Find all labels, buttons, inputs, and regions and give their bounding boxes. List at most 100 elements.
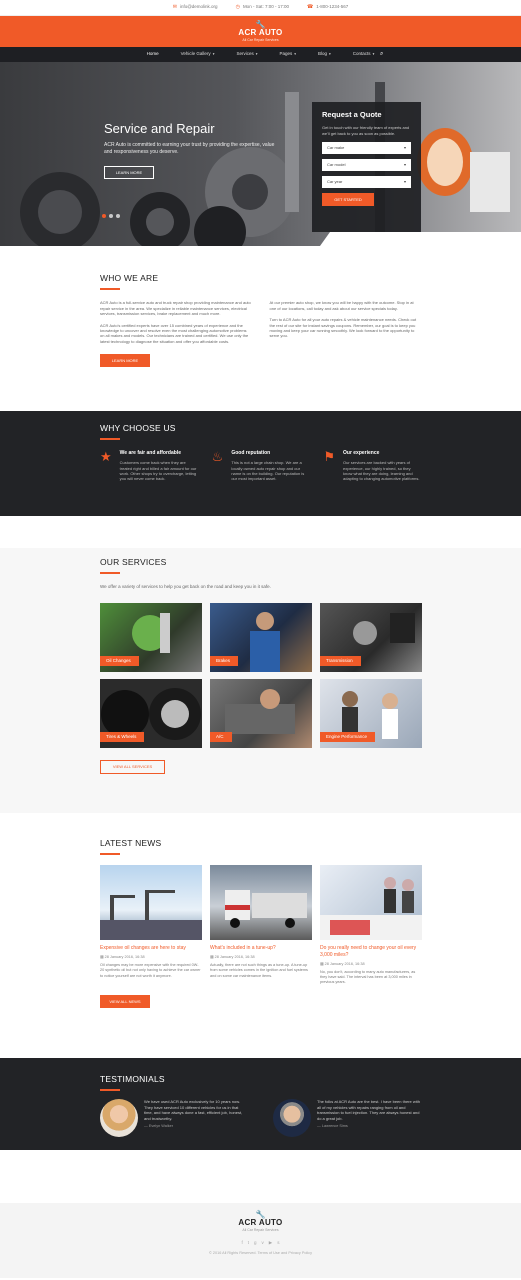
- section-title: LATEST NEWS: [100, 838, 162, 848]
- quote-title: Request a Quote: [322, 110, 382, 119]
- who-paragraph: ACR Auto is a full-service auto and truc…: [100, 300, 251, 317]
- testimonial-text: The folks at ACR Auto are the best. I ha…: [317, 1099, 420, 1121]
- testimonial: The folks at ACR Auto are the best. I ha…: [273, 1099, 421, 1138]
- testimonial: We have used ACR Auto exclusively for 10…: [100, 1099, 248, 1138]
- why-item-text: This is not a large chain shop. We are a…: [231, 460, 305, 482]
- news-title-link[interactable]: Expensive oil changes are here to stay: [100, 945, 202, 952]
- news-card: What's included in a tune-up? ▦ 28 Janua…: [210, 865, 312, 985]
- facebook-icon[interactable]: f: [241, 1240, 242, 1246]
- service-card-oil-changes[interactable]: Oil Changes: [100, 602, 202, 672]
- phone-text[interactable]: 1-800-1234-567: [316, 4, 348, 10]
- nav-blog[interactable]: Blog ▾: [315, 47, 334, 61]
- news-date-text: 28 January 2016, 16:38: [214, 955, 255, 960]
- slider-dot[interactable]: [102, 214, 106, 218]
- port-cranes-image: [100, 890, 202, 941]
- brand-name[interactable]: ACR AUTO: [238, 1218, 282, 1228]
- service-card-engine-performance[interactable]: Engine Performance: [320, 678, 422, 748]
- news-image-port[interactable]: [100, 865, 202, 941]
- email-info[interactable]: ✉ info@demolink.org: [173, 4, 218, 11]
- brand-name[interactable]: ACR AUTO: [238, 28, 282, 38]
- chevron-down-icon: ▾: [329, 52, 331, 57]
- nav-vehicle-gallery[interactable]: Vehicle Gallery ▾: [178, 47, 218, 61]
- section-title: OUR SERVICES: [100, 557, 167, 567]
- slider-dot[interactable]: [109, 214, 113, 218]
- title-underline: [100, 438, 120, 441]
- who-column-right: At our premier auto shop, we know you wi…: [270, 300, 422, 350]
- service-card-brakes[interactable]: Brakes: [210, 602, 312, 672]
- main-nav: Home Vehicle Gallery ▾ Services ▾ Pages ▾ B…: [0, 47, 521, 63]
- chevron-down-icon: ▾: [403, 145, 406, 151]
- view-all-news-button[interactable]: VIEW ALL NEWS: [100, 995, 150, 1009]
- section-title: WHY CHOOSE US: [100, 423, 176, 433]
- news-title-link[interactable]: Do you really need to change your oil ev…: [320, 945, 422, 959]
- why-item-title: Our experience: [343, 450, 380, 457]
- news-date: ▦ 28 January 2016, 16:38: [100, 955, 202, 960]
- service-label: Engine Performance: [320, 731, 376, 742]
- skype-icon[interactable]: s: [277, 1240, 279, 1246]
- chevron-down-icon: ▾: [372, 52, 375, 57]
- who-learn-more-button[interactable]: LEARN MORE: [100, 354, 150, 368]
- google-plus-icon[interactable]: g: [254, 1240, 257, 1246]
- chevron-down-icon: ▾: [255, 52, 258, 57]
- who-paragraph: ACR Auto's certified experts have over 1…: [100, 322, 249, 344]
- email-text[interactable]: info@demolink.org: [180, 4, 218, 10]
- brand-tagline: All Car Repair Services: [242, 1227, 279, 1232]
- hours-text: Mon - Sat: 7:00 - 17:00: [242, 4, 289, 10]
- section-title: TESTIMONIALS: [100, 1074, 165, 1084]
- nav-pages[interactable]: Pages ▾: [276, 47, 299, 61]
- who-paragraph: At our premier auto shop, we know you wi…: [269, 300, 414, 311]
- news-card: Do you really need to change your oil ev…: [320, 865, 422, 985]
- clock-icon: ◷: [235, 4, 240, 11]
- why-item-text: Customers come back when they are treate…: [119, 460, 197, 482]
- site-footer: 🔧 ACR AUTO All Car Repair Services f t g…: [0, 1203, 521, 1278]
- youtube-icon[interactable]: ▶: [269, 1240, 272, 1246]
- nav-label: Vehicle Gallery: [180, 51, 211, 57]
- nav-contacts[interactable]: Contacts ▾: [350, 47, 378, 61]
- flag-icon: ⚑: [323, 449, 335, 465]
- section-gap: [0, 516, 521, 548]
- select-value: Car make: [327, 145, 345, 151]
- view-all-services-button[interactable]: VIEW ALL SERVICES: [100, 759, 165, 774]
- car-year-select[interactable]: Car year ▾: [322, 175, 411, 188]
- service-label: Tires & Wheels: [100, 731, 145, 742]
- news-date: ▦ 28 January 2016, 16:38: [320, 962, 422, 967]
- why-items: ★ We are fair and affordable Customers co…: [100, 450, 421, 481]
- service-card-tires-wheels[interactable]: Tires & Wheels: [100, 678, 202, 748]
- service-card-ac[interactable]: A/C: [210, 678, 312, 748]
- news-excerpt: Oil changes may be more expensive with t…: [100, 963, 201, 978]
- service-label: Transmission: [320, 655, 361, 666]
- news-title-link[interactable]: What's included in a tune-up?: [210, 945, 312, 952]
- section-gap: [0, 1150, 521, 1203]
- why-choose-us-section: WHY CHOOSE US ★ We are fair and affordab…: [0, 411, 521, 516]
- why-item-title: We are fair and affordable: [119, 450, 181, 457]
- chevron-down-icon: ▾: [212, 52, 215, 57]
- car-make-select[interactable]: Car make ▾: [322, 141, 411, 154]
- nav-label: Blog: [318, 51, 328, 57]
- select-value: Car model: [327, 162, 346, 168]
- avatar: [100, 1099, 138, 1138]
- nav-home[interactable]: Home: [143, 47, 162, 63]
- testimonials-section: TESTIMONIALS We have used ACR Auto exclu…: [0, 1058, 521, 1150]
- why-item-title: Good reputation: [231, 450, 271, 457]
- phone-info[interactable]: ☎ 1-800-1234-567: [307, 4, 348, 11]
- news-image-truck[interactable]: [210, 865, 312, 941]
- chevron-down-icon: ▾: [403, 179, 406, 185]
- slider-dot[interactable]: [116, 214, 120, 218]
- chevron-down-icon: ▾: [403, 162, 406, 168]
- service-label: Oil Changes: [100, 655, 139, 666]
- our-services-section: OUR SERVICES We offer a variety of servi…: [0, 548, 521, 813]
- title-underline: [100, 853, 120, 856]
- services-grid: Oil Changes Brakes Transmission Tires & …: [100, 602, 422, 748]
- get-started-button[interactable]: GET STARTED: [322, 192, 374, 206]
- testimonial-author: — Evelyn Walker: [144, 1124, 173, 1129]
- hero-learn-more-button[interactable]: LEARN MORE: [104, 166, 154, 179]
- vimeo-icon[interactable]: v: [262, 1240, 264, 1246]
- title-underline: [100, 288, 120, 291]
- news-image-business[interactable]: [320, 865, 422, 941]
- flame-icon: ♨: [211, 449, 224, 465]
- twitter-icon[interactable]: t: [248, 1240, 249, 1246]
- search-icon[interactable]: ⌕: [380, 50, 383, 58]
- service-card-transmission[interactable]: Transmission: [320, 602, 422, 672]
- nav-services[interactable]: Services ▾: [233, 47, 260, 61]
- car-model-select[interactable]: Car model ▾: [322, 158, 411, 171]
